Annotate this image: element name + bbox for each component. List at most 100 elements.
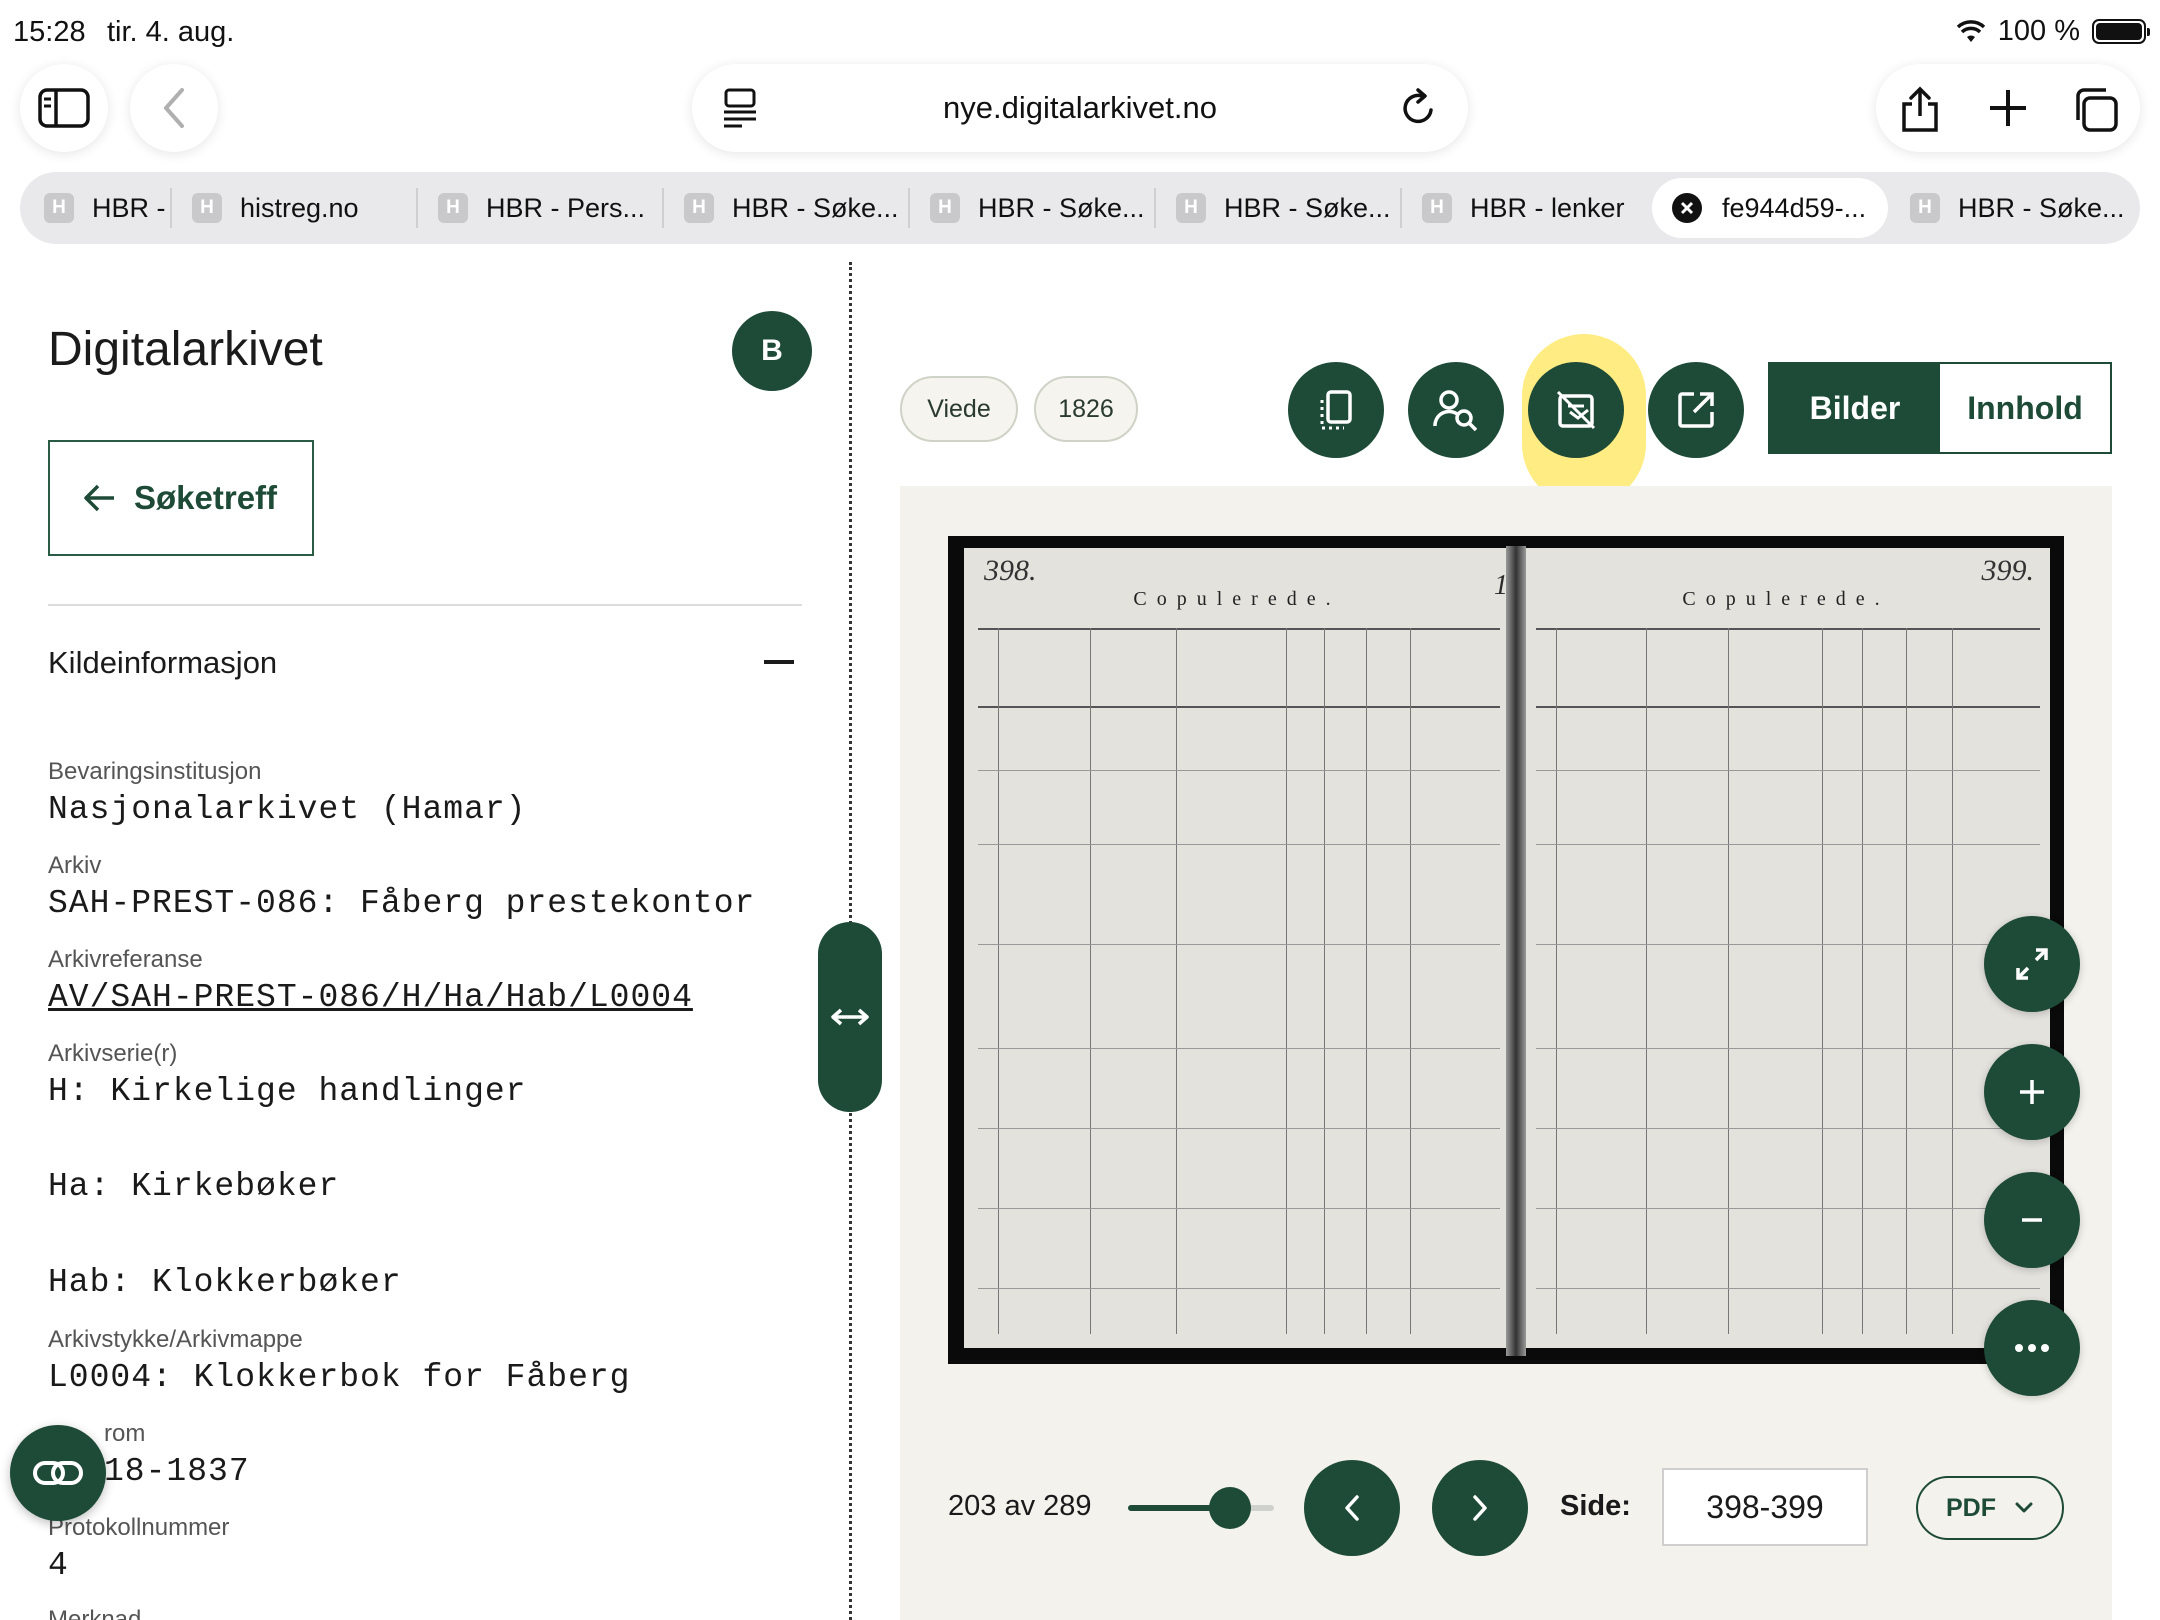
tab-label: HBR - [92,192,166,223]
slider-knob[interactable] [1209,1487,1252,1529]
battery-percent: 100 % [1997,15,2080,47]
favicon-icon: H [1422,193,1452,223]
tab-label: HBR - Pers... [486,192,646,223]
battery-icon [2092,19,2150,44]
chevron-down-icon [2015,1502,2033,1513]
collapse-icon[interactable] [764,660,794,664]
field-label: rom [104,1420,146,1447]
back-nav-button[interactable] [130,64,218,152]
field-value: 4 [48,1547,69,1584]
plus-icon [2020,1080,2044,1104]
view-toggle: Bilder Innhold [1768,362,2112,454]
field-value: H: Kirkelige handlinger [48,1073,527,1110]
tab-content[interactable]: Innhold [1940,364,2110,452]
favicon-icon: H [930,193,960,223]
tab-4[interactable]: H HBR - Søke... [930,172,1152,244]
field-label: Protokollnummer [48,1514,230,1541]
link-icon [33,1461,83,1485]
person-search-button[interactable] [1408,362,1504,458]
page-counter: 203 av 289 [948,1490,1092,1522]
tab-label: HBR - Søke... [1224,192,1391,223]
tab-2[interactable]: H HBR - Pers... [438,172,660,244]
scan-page-title: Copulerede. [1133,588,1341,610]
minus-icon [2022,1218,2042,1222]
close-tab-icon[interactable] [1672,193,1702,223]
field-label: Arkiv [48,852,102,879]
section-title[interactable]: Kildeinformasjon [48,645,277,681]
open-external-button[interactable] [1648,362,1744,458]
favicon-icon: H [192,193,222,223]
share-icon[interactable] [1898,86,1942,134]
tab-label: HBR - Søke... [732,192,899,223]
tab-label: HBR - Søke... [1958,192,2125,223]
page-slider[interactable] [1128,1487,1274,1529]
chevron-right-icon [1473,1495,1487,1521]
favicon-icon: H [44,193,74,223]
tab-3[interactable]: H HBR - Søke... [684,172,906,244]
tab-1[interactable]: Hhistreg.no [192,172,412,244]
chevron-left-icon [164,88,184,128]
page-view-button[interactable] [1288,362,1384,458]
browser-actions [1876,64,2140,152]
pdf-download-button[interactable]: PDF [1916,1476,2064,1540]
back-button-label: Søketreff [134,479,278,516]
page-input-label: Side: [1560,1490,1631,1522]
avatar[interactable]: B [732,311,812,391]
tab-0[interactable]: H HBR - [44,172,188,244]
fullscreen-button[interactable] [1984,916,2080,1012]
url-text: nye.digitalarkivet.no [943,90,1217,125]
sidebar-icon [38,88,90,128]
tab-6[interactable]: H HBR - lenker [1422,172,1644,244]
zoom-out-button[interactable] [1984,1172,2080,1268]
next-page-button[interactable] [1432,1460,1528,1556]
scan-right-page: 399. Copulerede. [1522,548,2050,1348]
resize-horizontal-icon [831,1008,869,1026]
reload-icon[interactable] [1400,88,1438,128]
favicon-icon: H [1176,193,1206,223]
arrow-left-icon [84,484,114,512]
field-label: Arkivstykke/Arkivmappe [48,1326,303,1353]
field-value: Nasjonalarkivet (Hamar) [48,791,527,828]
field-label: Bevaringsinstitusjon [48,758,262,785]
previous-page-button[interactable] [1304,1460,1400,1556]
tabs-overview-icon[interactable] [2072,86,2120,134]
chip-year[interactable]: 1826 [1034,376,1138,442]
search-results-back-button[interactable]: Søketreff [48,440,314,556]
archive-reference-link[interactable]: AV/SAH-PREST-086/H/Ha/Hab/L0004 [48,979,693,1016]
zoom-in-button[interactable] [1984,1044,2080,1140]
favicon-icon: H [684,193,714,223]
field-label: Arkivserie(r) [48,1040,178,1067]
field-value: SAH-PREST-086: Fåberg prestekontor [48,885,756,922]
expand-icon [2016,948,2048,980]
scan-page-title: Copulerede. [1682,588,1890,610]
status-date: tir. 4. aug. [107,16,235,48]
transcribe-image-icon [1556,390,1596,430]
panel-resize-handle[interactable] [818,922,882,1112]
favicon-icon: H [438,193,468,223]
tab-8[interactable]: H HBR - Søke... [1910,172,2140,244]
more-options-button[interactable] [1984,1300,2080,1396]
page-copy-icon [1320,390,1352,430]
scanned-church-book-image[interactable]: 398. 1825 Copulerede. 399. Copulerede. [948,536,2064,1364]
more-icon [2015,1344,2049,1352]
field-value: 18-1837 [104,1453,250,1490]
new-tab-icon[interactable] [1986,86,2030,130]
chip-event-type[interactable]: Viede [900,376,1018,442]
tab-5[interactable]: H HBR - Søke... [1176,172,1398,244]
favicon-icon: H [1910,193,1940,223]
scan-page-number: 399. [1981,554,2035,587]
link-button[interactable] [10,1425,106,1521]
transcription-button[interactable] [1528,362,1624,458]
status-time: 15:28 [13,16,86,48]
tab-7-active[interactable]: fe944d59-... [1652,178,1888,238]
page-number-input[interactable]: 398-399 [1662,1468,1868,1546]
tab-images[interactable]: Bilder [1770,364,1940,452]
sidebar-toggle-button[interactable] [20,64,108,152]
field-value: Hab: Klokkerbøker [48,1264,402,1301]
chevron-left-icon [1345,1495,1359,1521]
divider [48,604,802,606]
address-bar[interactable]: nye.digitalarkivet.no [692,64,1468,152]
pdf-label: PDF [1946,1493,1996,1522]
status-bar: 15:28 tir. 4. aug. 100 % [0,0,2160,60]
tab-label: fe944d59-... [1722,192,1867,223]
